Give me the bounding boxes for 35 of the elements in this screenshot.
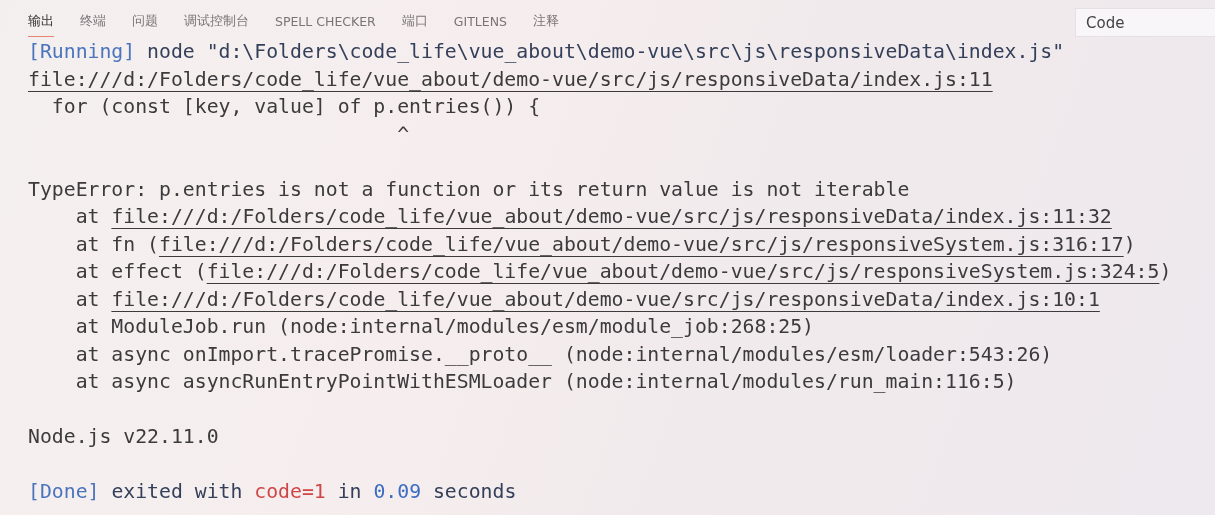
output-text: ) [1159, 260, 1172, 283]
duration-value: 0.09 [373, 480, 422, 503]
panel-tab[interactable]: GITLENS [453, 12, 507, 37]
output-text: seconds [431, 480, 517, 503]
panel-tab[interactable]: 注释 [532, 12, 559, 37]
channel-dropdown[interactable]: Code [1075, 8, 1215, 37]
file-link[interactable]: file:///d:/Folders/code_life/vue_about/demo-vue/src/js/responsiveData/index.js:11:32 [111, 205, 1112, 228]
file-link[interactable]: file:///d:/Folders/code_life/vue_about/demo-vue/src/js/responsiveSystem.js:324:5 [206, 260, 1160, 283]
output-text: at async onImport.tracePromise.__proto__ (node:internal/modules/esm/loader:543:26) [74, 342, 1053, 366]
output-text: exited with [110, 480, 244, 503]
file-link[interactable]: file:///d:/Folders/code_life/vue_about/demo-vue/src/js/responsiveData/index.js:11 [28, 67, 993, 91]
output-text: at [74, 287, 101, 311]
panel-tab[interactable]: 问题 [132, 12, 158, 37]
file-link[interactable]: file:///d:/Folders/code_life/vue_about/demo-vue/src/js/responsiveSystem.js:316:17 [159, 232, 1124, 256]
panel-tab[interactable]: 终端 [80, 12, 106, 37]
status-tag: [Done] [28, 480, 100, 503]
output-text: at fn ( [74, 232, 159, 256]
exit-code: code=1 [254, 480, 326, 503]
output-text: at effect ( [74, 260, 207, 283]
output-text: at async asyncRunEntryPointWithESMLoader (node:internal/modules/run_main:116:5) [74, 370, 1017, 393]
output-text: Node.js v22.11.0 [28, 425, 219, 448]
output-text: for (const [key, value] of p.entries()) { [50, 95, 541, 118]
panel-tab[interactable]: 调试控制台 [184, 12, 249, 37]
output-text: ) [1123, 232, 1136, 256]
output-text: TypeError: p.entries is not a function or its return value is not iterable [28, 177, 910, 201]
panel-tab[interactable]: 输出 [28, 12, 54, 37]
file-link[interactable]: file:///d:/Folders/code_life/vue_about/demo-vue/src/js/responsiveData/index.js:10:1 [111, 287, 1100, 311]
output-text: at ModuleJob.run (node:internal/modules/esm/module_job:268:25) [74, 315, 814, 338]
output-text: ^ [396, 122, 410, 146]
panel-tab[interactable]: 端口 [401, 12, 428, 37]
output-text: node "d:\Folders\code_life\vue_about\demo-vue\src\js\responsiveData\index.js" [146, 40, 1065, 63]
status-tag: [Running] [28, 40, 136, 63]
panel-tab[interactable]: SPELL CHECKER [275, 12, 376, 37]
output-text: in [336, 480, 363, 503]
output-text: at [74, 205, 101, 228]
